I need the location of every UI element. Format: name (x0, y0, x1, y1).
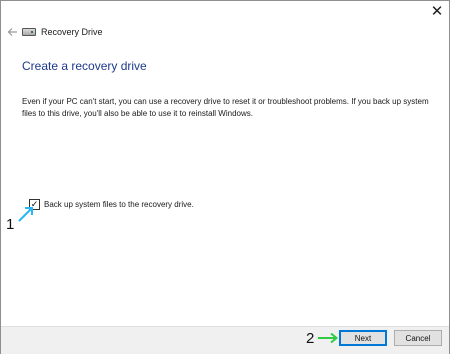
back-arrow-icon[interactable] (5, 25, 19, 39)
back-arrow-glyph (7, 28, 17, 36)
description-text: Even if your PC can't start, you can use… (22, 97, 429, 118)
window-title: Recovery Drive (41, 27, 103, 37)
next-button[interactable]: Next (339, 330, 387, 346)
step-1-arrow-icon (18, 207, 33, 222)
step-2-number: 2 (306, 330, 315, 347)
window-title-bar: Recovery Drive (22, 24, 103, 40)
backup-system-files-label[interactable]: Back up system files to the recovery dri… (44, 200, 194, 209)
page-title: Create a recovery drive (22, 59, 147, 73)
close-icon[interactable]: ✕ (426, 1, 448, 21)
recovery-drive-icon (22, 28, 36, 36)
step-2-arrow-icon (318, 332, 339, 344)
backup-system-files-option[interactable]: ✓ Back up system files to the recovery d… (29, 199, 194, 210)
cancel-button[interactable]: Cancel (394, 330, 442, 346)
step-1-number: 1 (6, 216, 15, 233)
recovery-drive-window (0, 0, 450, 354)
